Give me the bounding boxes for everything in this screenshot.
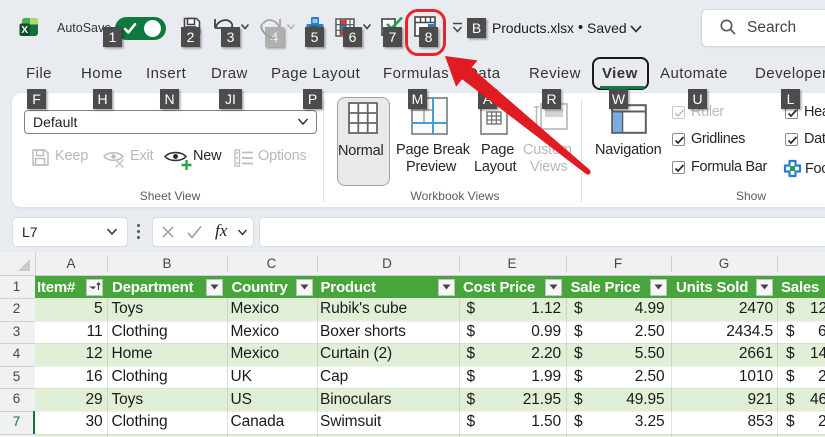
svg-text:X: X (21, 25, 28, 36)
